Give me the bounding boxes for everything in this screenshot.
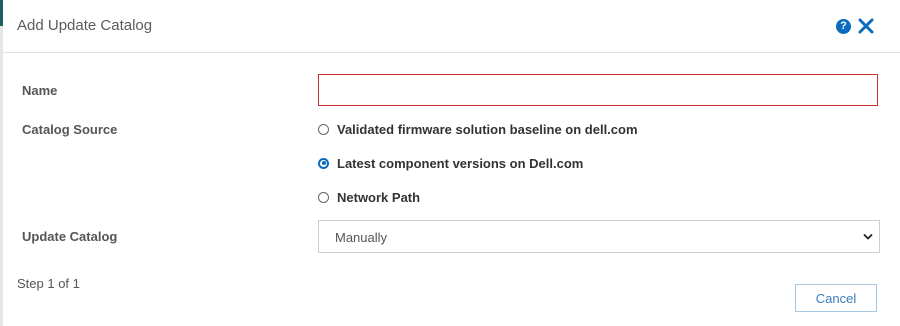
radio-option-label: Latest component versions on Dell.com xyxy=(337,155,584,171)
step-indicator: Step 1 of 1 xyxy=(17,276,80,291)
radio-option-label: Network Path xyxy=(337,189,421,205)
radio-option-latest-components[interactable]: Latest component versions on Dell.com xyxy=(318,154,583,172)
update-catalog-label: Update Catalog xyxy=(22,229,118,244)
update-catalog-selected-value: Manually xyxy=(335,230,388,245)
radio-button[interactable] xyxy=(318,191,329,203)
close-icon[interactable] xyxy=(857,17,875,35)
radio-button-selected[interactable] xyxy=(318,157,329,169)
name-label: Name xyxy=(22,83,58,98)
cancel-button[interactable]: Cancel xyxy=(795,284,877,312)
radio-option-network-path[interactable]: Network Path xyxy=(318,188,420,206)
dialog-header: Add Update Catalog ? xyxy=(0,0,900,53)
dialog-title: Add Update Catalog xyxy=(17,17,153,34)
add-update-catalog-dialog: Add Update Catalog ? Name Catalog Source… xyxy=(0,0,900,326)
radio-option-label: Validated firmware solution baseline on … xyxy=(337,121,638,137)
update-catalog-select[interactable]: Manually xyxy=(318,220,880,253)
radio-option-validated-baseline[interactable]: Validated firmware solution baseline on … xyxy=(318,120,638,138)
radio-button[interactable] xyxy=(318,123,329,135)
catalog-source-label: Catalog Source xyxy=(22,122,118,137)
chevron-down-icon xyxy=(863,233,873,240)
help-icon[interactable]: ? xyxy=(836,19,851,34)
name-input[interactable] xyxy=(318,74,878,106)
